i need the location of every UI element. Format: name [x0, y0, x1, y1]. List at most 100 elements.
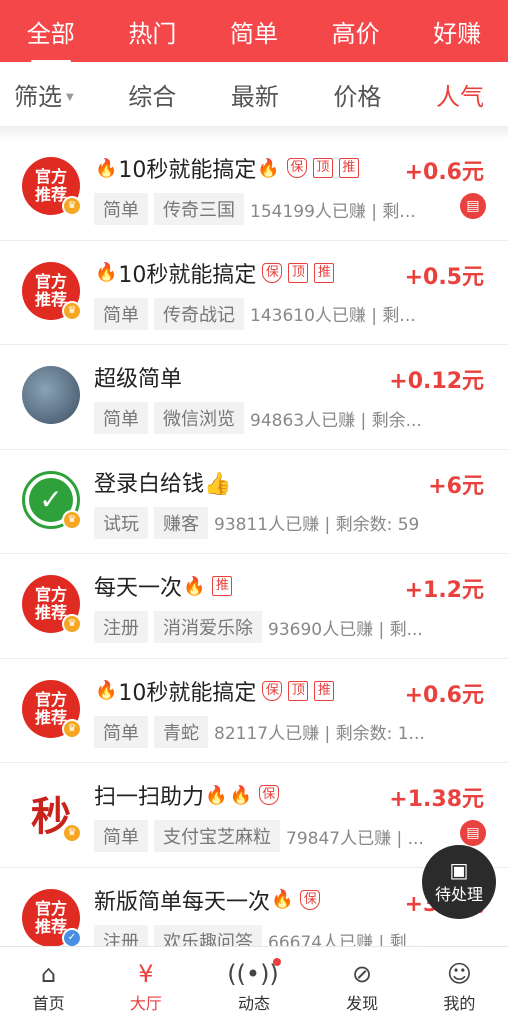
nav-home[interactable]: ⌂ 首页	[33, 958, 65, 1014]
verified-icon: ✓	[62, 927, 82, 948]
task-tag: 简单	[94, 820, 148, 852]
task-item[interactable]: 官方 推荐 ♛ 🔥 10秒就能搞定 保 顶 推 +0.6元 简单 青蛇 82117…	[0, 659, 508, 763]
task-title: 超级简单	[94, 367, 183, 392]
nav-mine[interactable]: ☺ 我的	[443, 958, 475, 1014]
task-title: 扫一扫助力	[94, 785, 205, 810]
crown-icon: ♛	[62, 196, 82, 216]
task-title: 10秒就能搞定	[118, 158, 257, 183]
sort-comprehensive[interactable]: 综合	[128, 77, 176, 112]
crown-icon: ♛	[62, 509, 82, 530]
broadcast-icon: ((•))	[227, 957, 281, 988]
task-item[interactable]: 官方 推荐 ♛ 🔥 10秒就能搞定 🔥 保 顶 推 +0.6元 简单 传奇三国 1…	[0, 136, 508, 241]
task-reward: +0.6元	[404, 682, 484, 708]
tab-easy-earn[interactable]: 好赚	[429, 14, 485, 49]
nav-discover[interactable]: ⊘ 发现	[346, 958, 378, 1014]
compass-icon: ⊘	[352, 959, 373, 988]
task-tag: 青蛇	[154, 715, 208, 748]
task-item[interactable]: ✓ ♛ 登录白给钱👍 +6元 试玩 赚客 93811人已赚 | 剩余数: 59	[0, 450, 508, 554]
fire-icon: 🔥	[95, 262, 118, 283]
task-title-row: 新版简单每天一次 🔥 保	[94, 884, 321, 916]
task-tag: 微信浏览	[154, 402, 244, 434]
guarantee-badge: 保	[258, 785, 279, 805]
guarantee-badge: 保	[262, 680, 283, 701]
nav-label: 大厅	[129, 993, 162, 1013]
task-stats: 143610人已赚 | 剩...	[250, 306, 416, 326]
nav-activity[interactable]: ((•)) 动态	[227, 957, 281, 1014]
fire-icon: 🔥	[183, 575, 206, 597]
fire-icon: 🔥	[271, 889, 294, 910]
task-title-row: 超级简单	[94, 361, 182, 393]
sort-bar: 筛选 ▼ 综合 最新 价格 人气	[0, 62, 508, 126]
task-tags: 简单 青蛇 82117人已赚 | 剩余数: 1...	[94, 715, 454, 748]
task-tag: 传奇三国	[154, 193, 244, 225]
crown-icon: ♛	[62, 718, 82, 739]
task-reward: +1.2元	[404, 578, 484, 603]
task-item[interactable]: 官方 推荐 ♛ 🔥 10秒就能搞定 保 顶 推 +0.5元 简单 传奇战记 143…	[0, 241, 508, 345]
task-title-row: 🔥 10秒就能搞定 保 顶 推	[94, 675, 335, 707]
recommend-badge: 推	[338, 158, 359, 178]
task-title-row: 登录白给钱👍	[94, 466, 231, 498]
task-item[interactable]: 秒 ♛ 扫一扫助力 🔥 🔥 保 +1.38元 简单 支付宝芝麻粒 79847人已…	[0, 763, 508, 868]
task-tags: 简单 支付宝芝麻粒 79847人已赚 | ...	[94, 820, 454, 852]
tab-hot[interactable]: 热门	[124, 14, 180, 49]
task-tags: 简单 微信浏览 94863人已赚 | 剩余...	[94, 402, 454, 434]
nav-hall[interactable]: ¥ 大厅	[130, 958, 162, 1014]
guarantee-badge: 保	[300, 889, 321, 910]
fire-icon: 🔥	[95, 680, 118, 701]
sort-price[interactable]: 价格	[333, 77, 381, 112]
task-title: 10秒就能搞定	[118, 262, 257, 288]
task-tag: 传奇战记	[154, 297, 244, 330]
caret-down-icon: ▼	[66, 92, 74, 103]
task-stats: 93811人已赚 | 剩余数: 59	[214, 515, 420, 535]
nav-label: 动态	[237, 993, 270, 1013]
notification-dot	[272, 957, 281, 966]
nav-label: 我的	[443, 993, 476, 1013]
guarantee-badge: 保	[262, 262, 283, 283]
task-tags: 试玩 赚客 93811人已赚 | 剩余数: 59	[94, 506, 454, 539]
top-badge: 顶	[312, 158, 333, 178]
recommend-badge: 推	[212, 576, 233, 596]
crown-icon: ♛	[62, 823, 82, 843]
nav-label: 发现	[346, 993, 379, 1013]
task-tag: 注册	[94, 611, 148, 643]
filter-button[interactable]: 筛选 ▼	[14, 77, 74, 112]
pending-tasks-button[interactable]: ▣ 待处理	[422, 845, 496, 919]
tab-all[interactable]: 全部	[23, 14, 79, 63]
task-title: 10秒就能搞定	[118, 680, 257, 706]
task-title-row: 🔥 10秒就能搞定 保 顶 推	[94, 257, 335, 289]
task-tag: 消消爱乐除	[154, 611, 262, 643]
task-title: 每天一次	[94, 576, 183, 601]
task-item[interactable]: 官方 推荐 ♛ 每天一次 🔥 推 +1.2元 注册 消消爱乐除 93690人已赚 …	[0, 554, 508, 659]
fire-icon: 🔥	[257, 157, 280, 179]
red-packet-icon[interactable]: ▤	[460, 193, 486, 219]
fire-icon: 🔥	[229, 784, 252, 806]
crown-icon: ♛	[62, 614, 82, 634]
task-tag: 试玩	[94, 506, 148, 539]
task-tag: 赚客	[154, 506, 208, 539]
nav-label: 首页	[32, 993, 65, 1013]
fire-icon: 🔥	[95, 157, 118, 179]
task-list: 官方 推荐 ♛ 🔥 10秒就能搞定 🔥 保 顶 推 +0.6元 简单 传奇三国 1…	[0, 136, 508, 972]
task-stats: 79847人已赚 | ...	[286, 828, 424, 849]
tab-high-price[interactable]: 高价	[328, 14, 384, 49]
task-item[interactable]: 超级简单 +0.12元 简单 微信浏览 94863人已赚 | 剩余...	[0, 345, 508, 450]
user-photo-avatar	[22, 366, 80, 424]
task-reward: +0.6元	[404, 160, 484, 185]
task-title-row: 每天一次 🔥 推	[94, 570, 233, 602]
red-packet-icon[interactable]: ▤	[460, 820, 486, 846]
smiley-icon: ☺	[446, 959, 472, 988]
sort-popularity[interactable]: 人气	[436, 77, 484, 112]
task-tag: 简单	[94, 402, 148, 434]
yuan-icon: ¥	[138, 959, 154, 988]
bottom-navigation: ⌂ 首页 ¥ 大厅 ((•)) 动态 ⊘ 发现 ☺ 我的	[0, 946, 508, 1024]
task-reward: +1.38元	[389, 787, 484, 812]
task-title-row: 🔥 10秒就能搞定 🔥 保 顶 推	[94, 152, 359, 184]
fire-icon: 🔥	[205, 784, 228, 806]
tab-simple[interactable]: 简单	[226, 14, 282, 49]
task-stats: 94863人已赚 | 剩余...	[250, 410, 422, 431]
task-tag: 简单	[94, 297, 148, 330]
task-tags: 注册 消消爱乐除 93690人已赚 | 剩...	[94, 611, 454, 643]
task-stats: 82117人已赚 | 剩余数: 1...	[214, 724, 425, 744]
sort-latest[interactable]: 最新	[231, 77, 279, 112]
top-badge: 顶	[288, 680, 309, 701]
